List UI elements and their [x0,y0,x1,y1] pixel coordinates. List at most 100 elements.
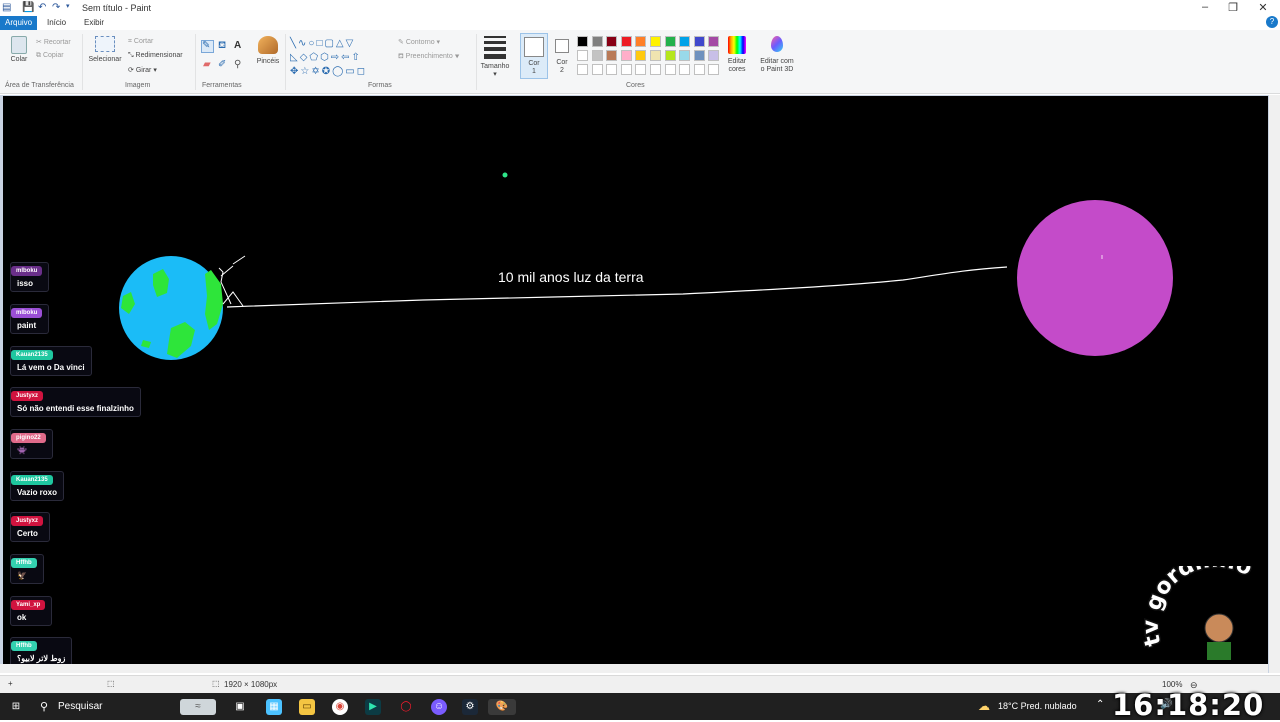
color-swatch[interactable] [693,36,705,47]
discord-icon[interactable]: ☺ [431,699,447,715]
color-swatch[interactable] [664,50,676,61]
divider [476,34,477,90]
color-swatch[interactable] [591,50,603,61]
manatee-icon: ≈ [180,699,216,715]
paint3d-button[interactable]: Editar com o Paint 3D [756,36,798,74]
close-button[interactable]: ✕ [1248,1,1278,14]
undo-icon[interactable]: ↶ [38,2,46,13]
brush-icon [258,36,278,54]
chat-message: mlboku paint [10,304,50,334]
customize-quick-access-icon[interactable]: ▾ [66,2,70,10]
custom-color-slot[interactable] [664,64,676,75]
custom-color-slot[interactable] [591,64,603,75]
color-swatch[interactable] [708,50,720,61]
edit-colors-button[interactable]: Editar cores [722,36,752,74]
color-swatch[interactable] [708,36,720,47]
eraser-icon[interactable]: ▰ [203,60,211,70]
copy-button[interactable]: ⧉ Copiar [36,52,64,60]
color2-button[interactable]: Cor 2 [552,36,572,75]
fill-button[interactable]: ⛾ Preenchimento ▾ [398,52,459,61]
taskbar-search[interactable]: Pesquisar [58,701,102,712]
tab-home[interactable]: Início [42,16,71,30]
fill-icon[interactable]: ⛾ [218,41,226,51]
color-swatch[interactable] [591,36,603,47]
cursor-position-icon: + [8,679,13,688]
color-swatch[interactable] [664,36,676,47]
save-icon[interactable]: 💾 [22,2,34,13]
paint-taskbar-icon[interactable]: 🎨 [488,699,516,715]
maximize-button[interactable]: ❐ [1218,1,1248,14]
store-icon[interactable]: ▦ [266,699,282,715]
color-swatch[interactable] [679,50,691,61]
chat-username: Hffhb [11,641,37,651]
chrome-icon[interactable]: ◉ [332,699,348,715]
divider [82,34,83,90]
minimize-button[interactable]: – [1190,1,1220,13]
color-picker-icon[interactable]: ✐ [218,60,226,70]
custom-color-slot[interactable] [708,64,720,75]
horizontal-scrollbar[interactable] [0,664,1268,673]
custom-color-slot[interactable] [577,64,588,75]
size-button[interactable]: Tamanho ▾ [480,36,510,79]
color-swatch[interactable] [693,50,705,61]
green-dot [502,172,508,178]
mascot-avatar [1204,613,1234,643]
color-swatch[interactable] [635,50,647,61]
windows-start-icon[interactable]: ⊞ [8,699,24,715]
color-swatch[interactable] [635,36,647,47]
redo-icon[interactable]: ↷ [52,2,60,13]
outline-button[interactable]: ✎ Contorno ▾ [398,38,440,46]
text-icon[interactable]: A [234,41,241,51]
search-icon[interactable]: ⚲ [40,700,48,713]
custom-color-slot[interactable] [679,64,691,75]
streamlabs-icon[interactable]: ▶ [365,699,381,715]
file-explorer-icon[interactable]: ▭ [299,699,315,715]
shapes-gallery[interactable]: ╲∿○□▢△▽ ◺◇⬠⬡⇨⇦⇧ ✥☆✡✪◯▭◻ [290,37,390,79]
color-swatch[interactable] [606,50,618,61]
status-bar: + ⬚ ⬚ 1920 × 1080px 100% ⊖ [0,675,1280,693]
color-swatch[interactable] [620,50,632,61]
custom-color-slot[interactable] [650,64,661,75]
rotate-button[interactable]: ⟳ Girar ▾ [128,66,157,74]
color-swatch[interactable] [650,36,661,47]
task-view-icon[interactable]: ▣ [232,699,248,715]
cut-button[interactable]: ✂ Recortar [36,38,71,46]
chat-message: mlboku isso [10,262,50,292]
tab-file[interactable]: Arquivo [0,16,38,30]
chat-message: Justyxz Certo [10,512,51,542]
color-swatch[interactable] [679,36,691,47]
color-swatch[interactable] [606,36,618,47]
steam-icon[interactable]: ⚙ [462,699,478,715]
vertical-scrollbar[interactable] [1269,95,1280,673]
color-swatch[interactable] [577,36,588,47]
magnifier-icon[interactable]: ⚲ [234,60,241,70]
ribbon: Colar ✂ Recortar ⧉ Copiar Área de Transf… [0,30,1280,94]
chat-message: Kauan2135 Lá vem o Da vinci [10,346,92,376]
chat-message: pigino22 👾 [10,429,53,459]
title-bar: ▤ 💾 ↶ ↷ ▾ Sem título - Paint – ❐ ✕ [0,0,1280,16]
divider [285,34,286,90]
color-swatch[interactable] [620,36,632,47]
tab-view[interactable]: Exibir [79,16,109,30]
color-wheel-icon [728,36,746,54]
chat-username: Justyxz [11,391,44,401]
custom-color-slot[interactable] [635,64,647,75]
drawing-canvas[interactable]: 10 mil anos luz da terra mlboku isso mlbok… [3,96,1268,664]
tray-chevron-icon[interactable]: ⌃ [1096,699,1104,710]
color-swatch[interactable] [577,50,588,61]
custom-color-slot[interactable] [606,64,618,75]
select-button[interactable]: Selecionar [88,36,122,64]
svg-text:tv gordinho: tv gordinho [1143,566,1256,649]
resize-button[interactable]: ⤡ Redimensionar [128,52,183,60]
custom-color-slot[interactable] [693,64,705,75]
weather-text[interactable]: 18°C Pred. nublado [998,701,1077,711]
paste-button[interactable]: Colar [8,36,30,64]
opera-icon[interactable]: ◯ [398,699,414,715]
pencil-icon[interactable]: ✎ [201,40,214,53]
custom-color-slot[interactable] [620,64,632,75]
help-icon[interactable]: ? [1266,16,1278,28]
color1-button[interactable]: Cor 1 [520,33,548,79]
brushes-button[interactable]: Pincéis [254,36,282,66]
color-swatch[interactable] [650,50,661,61]
crop-button[interactable]: ⌗ Cortar [128,38,153,46]
